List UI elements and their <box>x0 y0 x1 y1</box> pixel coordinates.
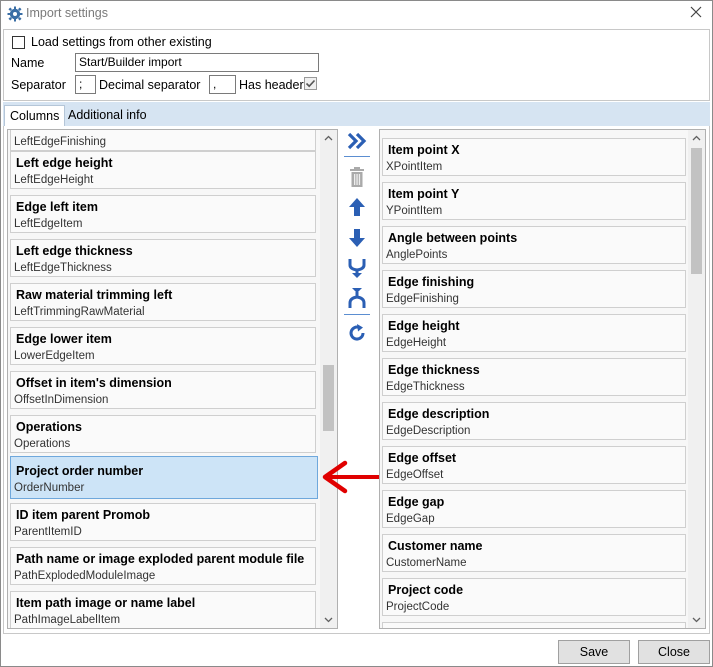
available-columns-list[interactable]: LeftEdgeFinishing Left edge height LeftE… <box>7 129 338 629</box>
selected-columns-list[interactable]: Item point X XPointItem Item point Y YPo… <box>379 129 706 629</box>
list-item[interactable]: Edge gap EdgeGap <box>382 490 686 528</box>
scroll-down-icon[interactable] <box>324 615 333 624</box>
list-item[interactable]: Item point Y YPointItem <box>382 182 686 220</box>
list-item[interactable]: LeftEdgeFinishing <box>10 130 316 151</box>
window-title: Import settings <box>26 6 108 20</box>
move-all-right-icon <box>347 132 367 150</box>
gear-icon <box>7 6 23 22</box>
delete-button[interactable] <box>344 165 370 189</box>
right-list-scroll-thumb[interactable] <box>691 148 702 274</box>
move-all-right-button[interactable] <box>344 129 370 153</box>
left-list-scrollbar[interactable] <box>320 130 337 628</box>
list-item-selected[interactable]: Project order number OrderNumber <box>10 456 318 499</box>
decimal-separator-label: Decimal separator <box>99 78 201 92</box>
list-item[interactable]: Operations Operations <box>10 415 316 453</box>
split-button[interactable] <box>344 286 370 310</box>
move-down-icon <box>349 229 365 247</box>
list-item[interactable]: Left edge height LeftEdgeHeight <box>10 151 316 189</box>
right-list-scrollbar[interactable] <box>688 130 705 628</box>
left-list-scroll-thumb[interactable] <box>323 365 334 431</box>
toolbar-separator <box>344 156 370 157</box>
scroll-down-icon[interactable] <box>692 615 701 624</box>
list-item[interactable]: Path name or image exploded parent modul… <box>10 547 316 585</box>
decimal-separator-input[interactable]: , <box>209 75 236 94</box>
check-icon <box>305 79 316 88</box>
move-up-button[interactable] <box>344 195 370 219</box>
list-item[interactable]: Raw material trimming left LeftTrimmingR… <box>10 283 316 321</box>
load-settings-checkbox[interactable] <box>12 36 25 49</box>
list-item[interactable]: Left edge thickness LeftEdgeThickness <box>10 239 316 277</box>
list-item[interactable]: Edge height EdgeHeight <box>382 314 686 352</box>
list-item[interactable]: ID item parent Promob ParentItemID <box>10 503 316 541</box>
toolbar-separator <box>344 314 370 315</box>
close-icon[interactable] <box>688 4 704 20</box>
merge-icon <box>348 259 366 278</box>
save-button[interactable]: Save <box>558 640 630 664</box>
tab-additional-info[interactable]: Additional info <box>63 105 152 127</box>
has-header-checkbox[interactable] <box>304 77 317 90</box>
list-item[interactable]: Edge thickness EdgeThickness <box>382 358 686 396</box>
separator-input[interactable]: ; <box>75 75 96 94</box>
name-label: Name <box>11 56 45 70</box>
list-item[interactable]: Edge lower item LowerEdgeItem <box>10 327 316 365</box>
list-item-key: LeftEdgeFinishing <box>14 136 107 148</box>
list-item[interactable]: Project code ProjectCode <box>382 578 686 616</box>
refresh-icon <box>349 324 365 341</box>
move-down-button[interactable] <box>344 226 370 250</box>
selected-columns-items: Item point X XPointItem Item point Y YPo… <box>380 130 688 628</box>
close-button[interactable]: Close <box>638 640 710 664</box>
title-bar: Import settings <box>1 1 712 27</box>
list-item[interactable]: Customer name CustomerName <box>382 534 686 572</box>
split-icon <box>348 288 366 308</box>
tab-columns[interactable]: Columns <box>4 105 66 127</box>
list-item[interactable]: Edge finishing EdgeFinishing <box>382 270 686 308</box>
list-item[interactable]: Edge description EdgeDescription <box>382 402 686 440</box>
list-item[interactable]: Angle between points AnglePoints <box>382 226 686 264</box>
has-header-label: Has header <box>239 78 304 92</box>
list-item[interactable]: Item path image or name label PathImageL… <box>10 591 316 628</box>
load-settings-label: Load settings from other existing <box>31 35 212 49</box>
settings-panel: Load settings from other existing Name S… <box>3 29 710 101</box>
list-item[interactable] <box>382 622 686 628</box>
delete-icon <box>350 167 364 187</box>
name-input[interactable]: Start/Builder import <box>75 53 319 72</box>
merge-button[interactable] <box>344 256 370 280</box>
move-up-icon <box>349 198 365 216</box>
refresh-button[interactable] <box>344 321 370 345</box>
list-item[interactable]: Edge left item LeftEdgeItem <box>10 195 316 233</box>
available-columns-items: LeftEdgeFinishing Left edge height LeftE… <box>8 130 320 628</box>
list-item[interactable]: Offset in item's dimension OffsetInDimen… <box>10 371 316 409</box>
list-item[interactable]: Item point X XPointItem <box>382 138 686 176</box>
list-item[interactable]: Edge offset EdgeOffset <box>382 446 686 484</box>
scroll-up-icon[interactable] <box>692 134 701 143</box>
scroll-up-icon[interactable] <box>324 134 333 143</box>
separator-label: Separator <box>11 78 66 92</box>
import-settings-window: Import settings Load settings from other… <box>0 0 713 667</box>
